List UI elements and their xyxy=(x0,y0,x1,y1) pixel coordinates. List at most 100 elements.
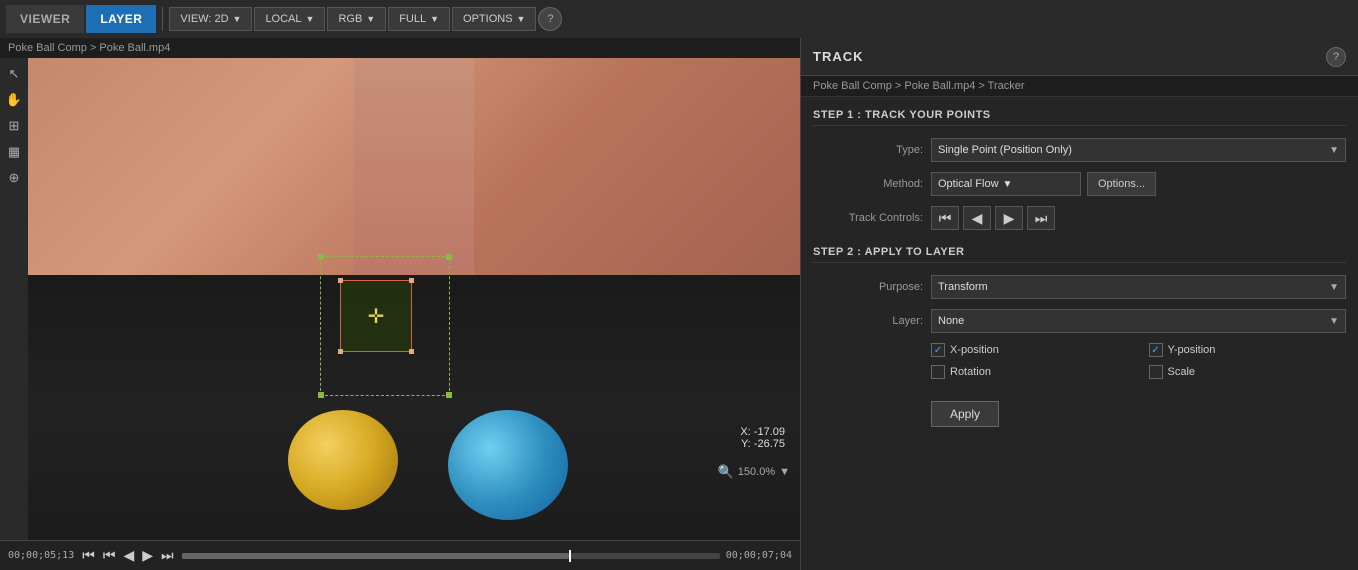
purpose-row: Purpose: Transform ▼ xyxy=(813,275,1346,299)
inner-corner-br[interactable] xyxy=(409,349,414,354)
rotation-checkbox[interactable] xyxy=(931,365,945,379)
view-dropdown[interactable]: VIEW: 2D ▼ xyxy=(169,7,252,31)
x-position-checkbox[interactable] xyxy=(931,343,945,357)
checkboxes-grid: X-position Y-position Rotation Scale xyxy=(931,343,1346,379)
method-dropdown[interactable]: Optical Flow ▼ xyxy=(931,172,1081,196)
viewer-area: ↖ ✋ ⊞ ▦ ⊕ xyxy=(0,58,800,540)
corner-handle-br[interactable] xyxy=(446,392,452,398)
layer-label: Layer: xyxy=(813,315,923,327)
type-label: Type: xyxy=(813,144,923,156)
x-coord: X: -17.09 xyxy=(740,426,785,438)
step2-header: STEP 2 : APPLY TO LAYER xyxy=(813,246,1346,263)
method-row: Method: Optical Flow ▼ Options... xyxy=(813,172,1346,196)
inner-tracking-box: ✛ xyxy=(340,280,412,352)
track-control-buttons: ⏮ ◀ ▶ ⏭ xyxy=(931,206,1055,230)
section2: STEP 2 : APPLY TO LAYER Purpose: Transfo… xyxy=(813,246,1346,427)
layer-value: None xyxy=(938,315,964,327)
x-value: -17.09 xyxy=(754,426,785,438)
inner-corner-tl[interactable] xyxy=(338,278,343,283)
zoom-arrow-icon[interactable]: ▼ xyxy=(779,466,790,478)
track-rewind-button[interactable]: ⏮ xyxy=(931,206,959,230)
frame-fwd-button[interactable]: ⏭ xyxy=(159,545,176,566)
purpose-value: Transform xyxy=(938,281,988,293)
rgb-dropdown[interactable]: RGB ▼ xyxy=(327,7,386,31)
track-step-fwd-button[interactable]: ⏭ xyxy=(1027,206,1055,230)
step-back-button[interactable]: ⏮ xyxy=(101,545,118,566)
y-coord: Y: -26.75 xyxy=(740,438,785,450)
rotation-checkbox-item: Rotation xyxy=(931,365,1129,379)
crosshair-icon: ✛ xyxy=(368,304,385,329)
method-controls: Optical Flow ▼ Options... xyxy=(931,172,1156,196)
method-dropdown-arrow: ▼ xyxy=(1003,179,1013,190)
options-dropdown-arrow: ▼ xyxy=(517,14,526,24)
x-label: X: xyxy=(740,426,750,438)
step1-header: STEP 1 : TRACK YOUR POINTS xyxy=(813,109,1346,126)
local-dropdown[interactable]: LOCAL ▼ xyxy=(254,7,325,31)
timeline-cursor xyxy=(569,550,571,562)
viewer-help-button[interactable]: ? xyxy=(538,7,562,31)
method-value: Optical Flow xyxy=(938,178,999,190)
timeline-track[interactable] xyxy=(182,553,720,559)
timeline-start-time: 00;00;05;13 xyxy=(8,550,74,561)
zoom-icon: 🔍 xyxy=(718,464,734,480)
inner-corner-tr[interactable] xyxy=(409,278,414,283)
scale-checkbox[interactable] xyxy=(1149,365,1163,379)
y-position-label: Y-position xyxy=(1168,344,1216,356)
timeline-progress xyxy=(182,553,569,559)
viewer-tab[interactable]: VIEWER xyxy=(6,5,84,33)
rgb-dropdown-arrow: ▼ xyxy=(366,14,375,24)
layer-row: Layer: None ▼ xyxy=(813,309,1346,333)
type-dropdown[interactable]: Single Point (Position Only) ▼ xyxy=(931,138,1346,162)
options-button[interactable]: Options... xyxy=(1087,172,1156,196)
rotation-label: Rotation xyxy=(950,366,991,378)
view-dropdown-arrow: ▼ xyxy=(233,14,242,24)
timeline-end-time: 00;00;07;04 xyxy=(726,550,792,561)
track-help-button[interactable]: ? xyxy=(1326,47,1346,67)
frame-back-button[interactable]: ◀ xyxy=(121,545,136,566)
top-bar: VIEWER LAYER VIEW: 2D ▼ LOCAL ▼ RGB ▼ FU… xyxy=(0,0,1358,38)
corner-handle-tl[interactable] xyxy=(318,254,324,260)
apply-button[interactable]: Apply xyxy=(931,401,999,427)
track-panel-title: TRACK xyxy=(813,49,864,64)
x-position-checkbox-item: X-position xyxy=(931,343,1129,357)
full-dropdown-arrow: ▼ xyxy=(430,14,439,24)
track-breadcrumb: Poke Ball Comp > Poke Ball.mp4 > Tracker xyxy=(801,76,1358,97)
layer-dropdown[interactable]: None ▼ xyxy=(931,309,1346,333)
purpose-dropdown[interactable]: Transform ▼ xyxy=(931,275,1346,299)
full-dropdown[interactable]: FULL ▼ xyxy=(388,7,450,31)
local-dropdown-arrow: ▼ xyxy=(306,14,315,24)
y-label: Y: xyxy=(741,438,751,450)
zoom-bar: 🔍 150.0% ▼ xyxy=(718,464,790,480)
layer-dropdown-arrow: ▼ xyxy=(1329,316,1339,327)
pokeball-blue xyxy=(448,410,568,520)
method-label: Method: xyxy=(813,178,923,190)
options-dropdown[interactable]: OPTIONS ▼ xyxy=(452,7,536,31)
type-value: Single Point (Position Only) xyxy=(938,144,1072,156)
coordinates-overlay: X: -17.09 Y: -26.75 xyxy=(740,426,785,450)
track-controls-label: Track Controls: xyxy=(813,212,923,224)
layer-tab[interactable]: LAYER xyxy=(86,5,156,33)
y-value: -26.75 xyxy=(754,438,785,450)
pokeball-yellow xyxy=(288,410,398,510)
zoom-value: 150.0% xyxy=(738,466,775,478)
right-top-bar: TRACK ? xyxy=(801,38,1358,76)
corner-handle-bl[interactable] xyxy=(318,392,324,398)
y-position-checkbox-item: Y-position xyxy=(1149,343,1347,357)
timeline-bar: 00;00;05;13 ⏮ ⏮ ◀ ▶ ⏭ 00;00;07;04 xyxy=(0,540,800,570)
type-row: Type: Single Point (Position Only) ▼ xyxy=(813,138,1346,162)
y-position-checkbox[interactable] xyxy=(1149,343,1163,357)
corner-handle-tr[interactable] xyxy=(446,254,452,260)
rewind-button[interactable]: ⏮ xyxy=(80,545,97,566)
scale-label: Scale xyxy=(1168,366,1196,378)
track-play-button[interactable]: ▶ xyxy=(995,206,1023,230)
purpose-label: Purpose: xyxy=(813,281,923,293)
divider xyxy=(162,7,163,31)
viewer-panel: Poke Ball Comp > Poke Ball.mp4 ↖ ✋ ⊞ ▦ ⊕ xyxy=(0,38,800,570)
track-step-back-button[interactable]: ◀ xyxy=(963,206,991,230)
inner-corner-bl[interactable] xyxy=(338,349,343,354)
right-content: STEP 1 : TRACK YOUR POINTS Type: Single … xyxy=(801,97,1358,570)
right-panel: TRACK ? Poke Ball Comp > Poke Ball.mp4 >… xyxy=(800,38,1358,570)
play-button[interactable]: ▶ xyxy=(140,545,155,566)
x-position-label: X-position xyxy=(950,344,999,356)
video-frame: ✛ X: -17.09 Y: -26.75 xyxy=(0,58,800,540)
